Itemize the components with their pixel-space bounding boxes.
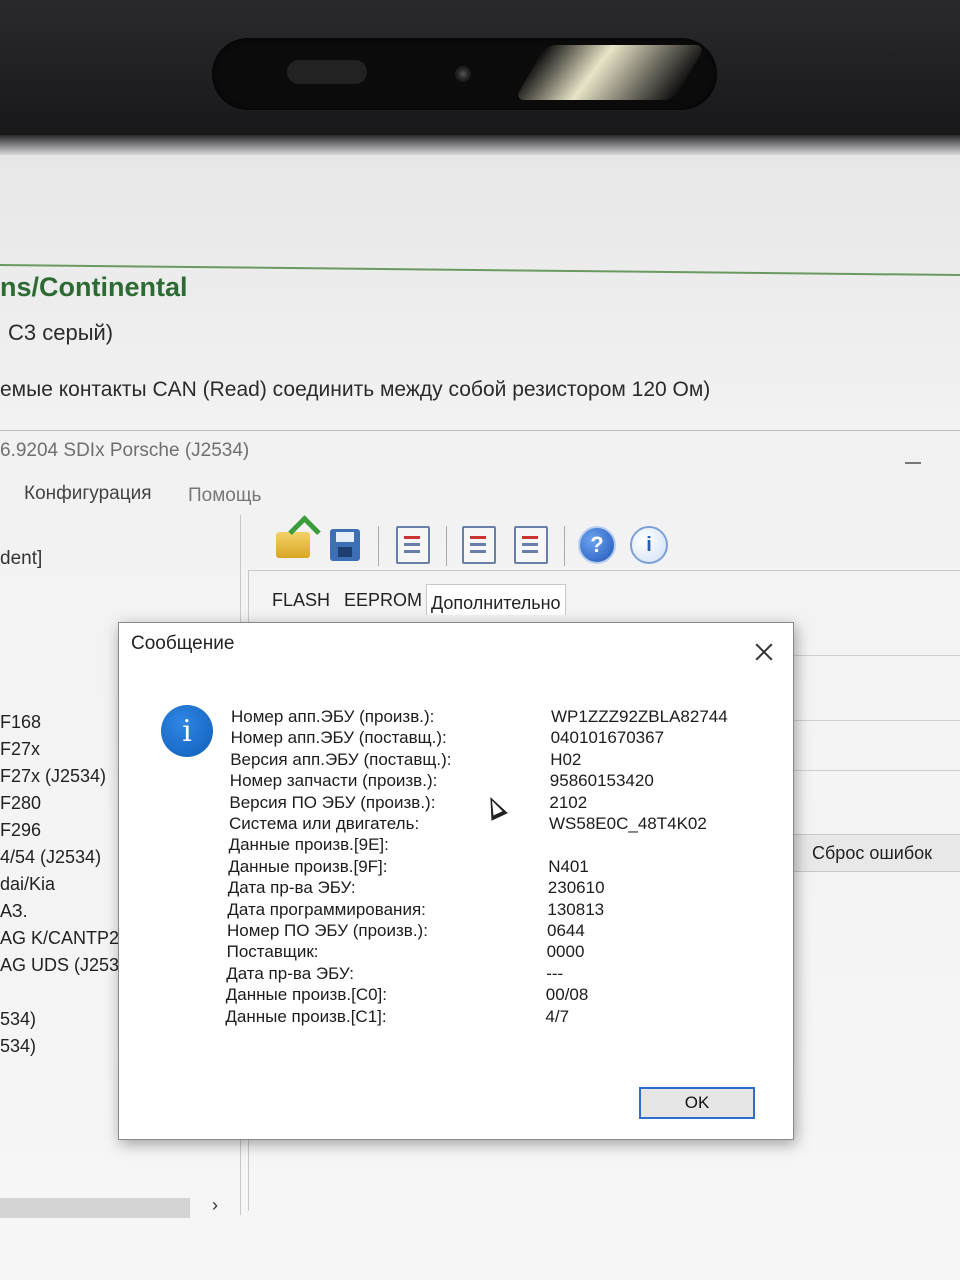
info-row-value: WS58E0C_48T4K02 — [549, 814, 707, 833]
dialog-title: Сообщение — [131, 633, 235, 654]
info-row-label: Номер апп.ЭБУ (произв.): — [231, 707, 435, 726]
info-row-value: H02 — [550, 749, 582, 769]
info-row-value: 0644 — [547, 921, 585, 940]
info-row-label: Номер апп.ЭБУ (поставщ.): — [230, 728, 447, 748]
info-row-label: Данные произв.[C1]: — [225, 1006, 387, 1026]
info-row-value: 0000 — [546, 942, 585, 962]
divider — [792, 720, 960, 721]
info-row-label: Версия апп.ЭБУ (поставщ.): — [230, 749, 452, 769]
reset-errors-button[interactable]: Сброс ошибок — [792, 834, 960, 872]
info-row-label: Система или двигатель: — [229, 814, 420, 833]
webcam-shutter — [287, 60, 367, 84]
minimize-icon[interactable] — [905, 462, 921, 464]
info-row-label: Данные произв.[C0]: — [225, 985, 387, 1005]
info-row-value: 95860153420 — [549, 771, 654, 791]
list-item[interactable]: F168 — [0, 712, 41, 733]
connection-note: емые контакты CAN (Read) соединить между… — [0, 378, 711, 401]
info-row-label: Поставщик: — [226, 942, 319, 962]
info-row-label: Номер ПО ЭБУ (произв.): — [227, 921, 428, 940]
info-row-value: WP1ZZZ92ZBLA82744 — [551, 707, 728, 726]
list-item[interactable]: dai/Kia — [0, 874, 55, 895]
list-item[interactable]: AG K/CANTP2.0 — [0, 928, 134, 949]
toolbar-separator — [378, 526, 379, 566]
info-row-label: Дата пр-ва ЭБУ: — [227, 878, 356, 898]
divider — [792, 770, 960, 771]
list-item[interactable]: АЗ. — [0, 901, 28, 922]
write-ecu-icon[interactable] — [510, 522, 552, 568]
left-panel-header: dent] — [0, 548, 43, 569]
app-window-title: 6.9204 SDIx Porsche (J2534) — [0, 440, 250, 461]
list-item[interactable]: F296 — [0, 820, 41, 841]
horizontal-scrollbar[interactable] — [0, 1198, 190, 1218]
list-item[interactable]: F27x — [0, 739, 40, 760]
divider — [0, 430, 960, 431]
info-row-value: N401 — [548, 856, 589, 876]
info-row-label: Версия ПО ЭБУ (произв.): — [229, 792, 436, 812]
screen-top-edge — [0, 135, 960, 155]
info-row-value: --- — [546, 963, 564, 983]
info-row-label: Номер запчасти (произв.): — [229, 771, 438, 791]
info-row-label: Дата программирования: — [227, 899, 426, 919]
scroll-right-icon[interactable]: › — [212, 1195, 218, 1216]
ok-button[interactable]: OK — [639, 1087, 755, 1119]
info-row-value: 040101670367 — [550, 728, 665, 748]
info-row-label: Данные произв.[9E]: — [228, 835, 389, 855]
page-subtitle: С3 серый) — [8, 320, 114, 345]
page-title: ns/Continental — [0, 272, 188, 302]
info-row-value: 230610 — [547, 878, 605, 898]
webcam-lens-icon — [455, 66, 471, 82]
list-item[interactable]: 534) — [0, 1036, 36, 1057]
info-row-value: 4/7 — [545, 1006, 570, 1026]
reset-errors-label: Сброс ошибок — [812, 843, 933, 863]
toolbar-separator — [564, 526, 565, 566]
open-folder-icon[interactable] — [272, 522, 314, 568]
info-row-label: Данные произв.[9F]: — [228, 856, 388, 876]
divider — [792, 655, 960, 656]
close-icon[interactable] — [753, 641, 775, 663]
menu-configuration[interactable]: Конфигурация — [24, 483, 152, 505]
tab-flash[interactable]: FLASH — [268, 590, 334, 611]
light-glare — [514, 45, 706, 100]
info-icon[interactable]: i — [628, 522, 670, 568]
read-ecu-icon[interactable] — [458, 522, 500, 568]
menu-help[interactable]: Помощь — [188, 485, 261, 507]
list-item[interactable]: 534) — [0, 1009, 36, 1030]
information-icon: i — [161, 705, 213, 757]
toolbar-separator — [446, 526, 447, 566]
list-item[interactable]: 4/54 (J2534) — [0, 847, 101, 868]
help-icon[interactable]: ? — [576, 522, 618, 568]
list-item[interactable]: AG UDS (J2534) — [0, 955, 135, 976]
list-item[interactable]: F280 — [0, 793, 41, 814]
info-row-value: 00/08 — [545, 985, 589, 1005]
message-dialog: Сообщение i Номер апп.ЭБУ (произв.): WP1Z… — [118, 622, 794, 1140]
report-icon[interactable] — [392, 522, 434, 568]
tab-eeprom[interactable]: EEPROM — [340, 590, 426, 611]
info-row-label: Дата пр-ва ЭБУ: — [226, 963, 355, 983]
list-item[interactable]: F27x (J2534) — [0, 766, 106, 787]
info-row-value: 2102 — [549, 792, 588, 812]
tab-additional[interactable]: Дополнительно — [426, 584, 566, 615]
save-icon[interactable] — [324, 522, 366, 568]
info-row-value: 130813 — [547, 899, 605, 919]
